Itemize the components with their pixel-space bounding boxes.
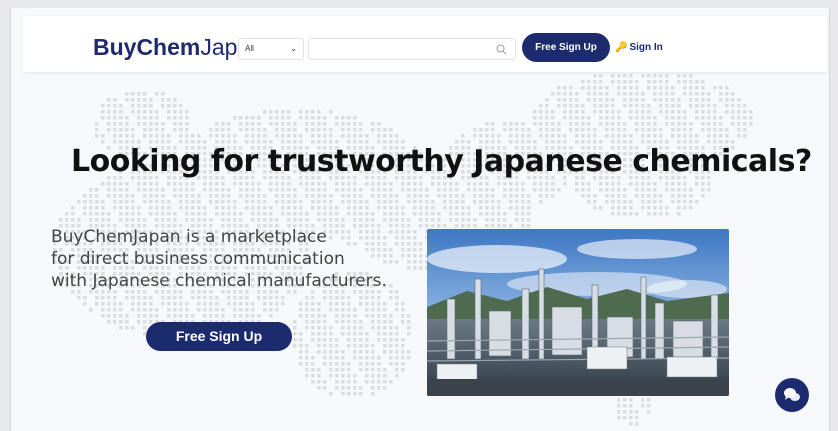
sign-in-label: Sign In <box>629 42 663 53</box>
chat-bubbles-icon <box>784 388 800 401</box>
hero-headline: Looking for trustworthy Japanese chemica… <box>71 144 812 179</box>
chemical-plant-photo <box>427 229 729 396</box>
logo-bold-text: BuyChem <box>93 34 201 60</box>
hero-description-line: with Japanese chemical manufacturers. <box>51 271 387 291</box>
search-input[interactable] <box>308 38 516 60</box>
chat-button[interactable] <box>775 378 809 412</box>
site-header: BuyChemJapan All ⌄ Free Sign Up 🔑 Sign In <box>23 16 827 72</box>
hero-description: BuyChemJapan is a marketplace for direct… <box>51 226 411 292</box>
category-select[interactable]: All ⌄ <box>238 38 304 60</box>
key-icon: 🔑 <box>615 42 628 53</box>
sign-in-link[interactable]: 🔑 Sign In <box>615 42 663 53</box>
chevron-down-icon: ⌄ <box>290 44 297 53</box>
hero-free-signup-button[interactable]: Free Sign Up <box>146 322 292 351</box>
category-selected-value: All <box>245 44 254 53</box>
search-icon[interactable] <box>496 44 507 55</box>
page-frame: BuyChemJapan All ⌄ Free Sign Up 🔑 Sign In… <box>10 8 830 431</box>
hero-description-line: for direct business communication <box>51 249 345 269</box>
header-free-signup-button[interactable]: Free Sign Up <box>522 33 610 62</box>
hero-description-line: BuyChemJapan is a marketplace <box>51 227 327 247</box>
